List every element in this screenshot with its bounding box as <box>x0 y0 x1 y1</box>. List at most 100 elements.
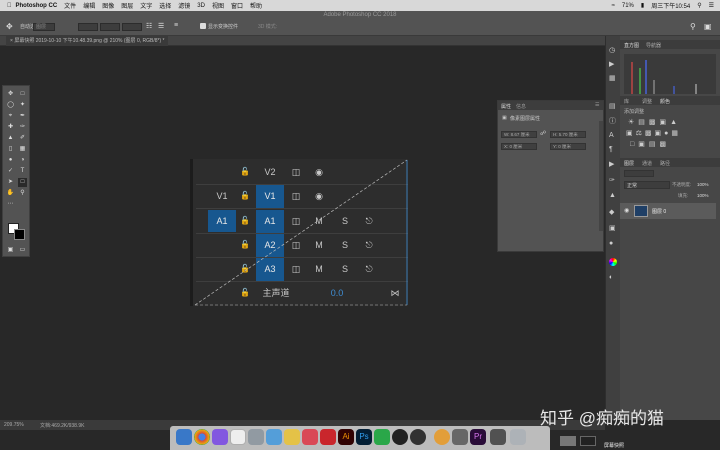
document-tab[interactable]: × 屏幕快照 2019-10-10 下午10.48.39.png @ 210% … <box>6 36 169 46</box>
adjustment-icons-row-1[interactable]: ☀▤▩▣▲ <box>628 118 681 126</box>
layers-icon[interactable]: ▣ <box>609 224 616 232</box>
history-brush-icon[interactable]: ✐ <box>18 134 27 143</box>
adjust-icon[interactable]: ◐ <box>609 274 613 281</box>
more-tools-icon[interactable]: ⋯ <box>6 200 15 209</box>
menu-layer[interactable]: 图层 <box>121 1 133 10</box>
clock[interactable]: 周三下午10:54 <box>651 1 690 10</box>
stack-icon[interactable] <box>490 429 506 445</box>
menu-window[interactable]: 窗口 <box>231 1 243 10</box>
siri-icon[interactable] <box>212 429 228 445</box>
fill-value[interactable]: 100% <box>697 193 709 198</box>
wifi-icon[interactable]: ≈ <box>612 3 615 9</box>
menu-file[interactable]: 文件 <box>64 1 76 10</box>
menu-view[interactable]: 视图 <box>212 1 224 10</box>
weibo-icon[interactable] <box>320 429 336 445</box>
tab-info[interactable]: 信息 <box>516 103 526 110</box>
align-icon[interactable]: ☰ <box>158 22 164 30</box>
height-field[interactable]: H: 5.70 厘米 <box>550 131 586 138</box>
tab-layers[interactable]: 图层 <box>624 160 634 167</box>
brush-icon[interactable]: ✑ <box>609 176 615 184</box>
illustrator-icon[interactable]: Ai <box>338 429 354 445</box>
opacity-value[interactable]: 100% <box>697 182 709 187</box>
healing-brush-icon[interactable]: ✚ <box>6 123 15 132</box>
align-option-1[interactable] <box>78 23 98 31</box>
scrollbar[interactable] <box>599 121 603 231</box>
show-transform-checkbox[interactable] <box>200 23 206 29</box>
link-icon[interactable]: ☍ <box>540 130 546 137</box>
3d-icon[interactable]: ▲ <box>609 192 616 199</box>
menu-filter[interactable]: 滤镜 <box>178 1 190 10</box>
tab-library[interactable]: 库 <box>624 98 629 105</box>
notes-icon[interactable] <box>284 429 300 445</box>
visibility-eye-icon[interactable]: ◉ <box>624 207 629 214</box>
lasso-tool-icon[interactable]: ◯ <box>6 101 15 110</box>
distribute-icon[interactable]: ≡ <box>174 22 178 29</box>
calendar-icon[interactable] <box>230 429 246 445</box>
background-color-swatch[interactable] <box>14 229 25 240</box>
search-icon[interactable]: ⚲ <box>697 2 701 9</box>
color-wheel-icon[interactable] <box>609 258 617 266</box>
filter-kind-dropdown[interactable] <box>624 170 654 177</box>
tab-adjust-secondary[interactable]: 调整 <box>642 98 652 105</box>
shape-tool-icon[interactable]: □ <box>18 178 27 187</box>
panel-menu-icon[interactable]: ☰ <box>595 102 599 108</box>
launchpad-icon[interactable] <box>248 429 264 445</box>
search-icon[interactable]: ⚲ <box>690 22 696 31</box>
marquee-tool-icon[interactable]: □ <box>18 90 27 99</box>
zoom-tool-icon[interactable]: ⚲ <box>18 189 27 198</box>
layer-row[interactable]: ◉ 图层 0 <box>620 203 716 219</box>
layer-name[interactable]: 图层 0 <box>652 208 666 215</box>
paragraph-icon[interactable]: ¶ <box>609 146 613 153</box>
wechat-icon[interactable] <box>374 429 390 445</box>
preferences-icon[interactable] <box>452 429 468 445</box>
move-tool-icon[interactable]: ✥ <box>6 90 15 99</box>
layer-stack-icon[interactable]: ☷ <box>146 22 152 30</box>
dodge-tool-icon[interactable]: ◑ <box>18 156 27 165</box>
info-icon[interactable]: ⓘ <box>609 116 616 126</box>
stamp-tool-icon[interactable]: ▲ <box>6 134 15 143</box>
netease-music-icon[interactable] <box>302 429 318 445</box>
eraser-tool-icon[interactable]: ▯ <box>6 145 15 154</box>
notification-icon[interactable]: ☰ <box>709 2 714 9</box>
quick-select-icon[interactable]: ✦ <box>18 101 27 110</box>
adjustment-icons-row-3[interactable]: □▣▤▩ <box>630 140 670 148</box>
brush-tool-icon[interactable]: ✑ <box>18 123 27 132</box>
gradient-tool-icon[interactable]: ▦ <box>18 145 27 154</box>
path-select-icon[interactable]: ➤ <box>6 178 15 187</box>
safari-icon[interactable] <box>266 429 282 445</box>
menu-select[interactable]: 选择 <box>159 1 171 10</box>
character-icon[interactable]: A <box>609 132 614 139</box>
app-menu[interactable]: Photoshop CC <box>16 3 58 9</box>
y-field[interactable]: Y: 0 厘米 <box>550 143 586 150</box>
properties-icon[interactable]: ▤ <box>609 102 616 110</box>
apple-icon[interactable]:  <box>7 3 12 9</box>
history-icon[interactable]: ◷ <box>609 46 615 54</box>
align-option-3[interactable] <box>122 23 142 31</box>
finder-icon[interactable] <box>176 429 192 445</box>
channels-icon[interactable]: ● <box>609 240 613 247</box>
menu-type[interactable]: 文字 <box>140 1 152 10</box>
align-option-2[interactable] <box>100 23 120 31</box>
auto-select-dropdown[interactable]: 图层 <box>33 23 55 31</box>
battery-percent[interactable]: 71% <box>622 3 634 9</box>
crop-tool-icon[interactable]: ⌖ <box>6 112 15 121</box>
qq-icon[interactable] <box>392 429 408 445</box>
workspace-icon[interactable]: ▣ <box>704 22 712 31</box>
swatches-icon[interactable]: ▦ <box>609 74 616 82</box>
eyedropper-icon[interactable]: ✒ <box>18 112 27 121</box>
blur-tool-icon[interactable]: ● <box>6 156 15 165</box>
tab-navigator[interactable]: 导航器 <box>646 42 661 49</box>
hand-tool-icon[interactable]: ✋ <box>6 189 15 198</box>
menu-image[interactable]: 图像 <box>102 1 114 10</box>
actions-icon[interactable]: ▶ <box>609 60 614 68</box>
browser-icon[interactable] <box>434 429 450 445</box>
quick-mask-icon[interactable]: ▣ <box>6 246 15 255</box>
width-field[interactable]: W: 8.67 厘米 <box>501 131 537 138</box>
type-tool-icon[interactable]: T <box>18 167 27 176</box>
pen-tool-icon[interactable]: ✓ <box>6 167 15 176</box>
menu-help[interactable]: 帮助 <box>250 1 262 10</box>
chrome-icon[interactable] <box>194 429 210 445</box>
timeline-image[interactable]: 🔓 V2 ◫ ◉ V1 🔓 V1 ◫ ◉ A1 🔓 A1 ◫ M S ⎋ 🔓 A… <box>190 159 408 306</box>
tab-properties[interactable]: 属性 <box>501 103 511 110</box>
battery-icon[interactable]: ▮ <box>641 2 644 9</box>
